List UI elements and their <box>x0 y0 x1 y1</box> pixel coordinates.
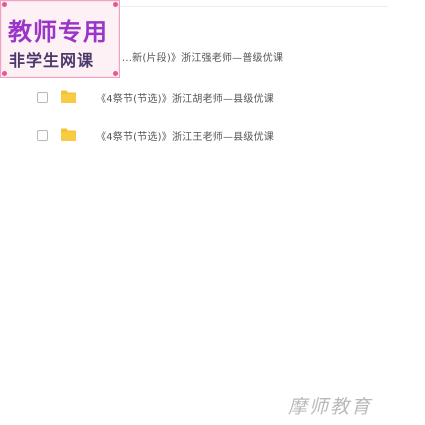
top-divider <box>120 6 388 7</box>
file-row[interactable]: ...新(片段)》浙江强老师—普级优课 <box>0 47 330 67</box>
folder-icon <box>61 90 76 103</box>
stamp-corner-dot <box>113 71 118 76</box>
stamp-corner-dot <box>113 2 118 7</box>
brand-watermark: 摩师教育 <box>288 396 373 418</box>
stamp-corner-dot <box>2 2 7 7</box>
file-row-label: 《4祭节(节选)》浙江胡老师—县级优课 <box>96 94 274 105</box>
row-checkbox[interactable] <box>37 130 48 141</box>
file-row-label: ...新(片段)》浙江强老师—普级优课 <box>122 53 284 64</box>
file-row-label: 《4祭节(节选)》浙江王老师—县级优课 <box>96 132 274 143</box>
file-row[interactable]: 《4祭节(节选)》浙江王老师—县级优课 <box>0 126 330 146</box>
file-row[interactable]: 《4祭节(节选)》浙江胡老师—县级优课 <box>0 88 330 108</box>
stamp-title: 教师专用 <box>8 18 108 46</box>
row-checkbox[interactable] <box>37 92 48 103</box>
folder-icon <box>61 128 76 141</box>
stamp-corner-dot <box>2 71 7 76</box>
